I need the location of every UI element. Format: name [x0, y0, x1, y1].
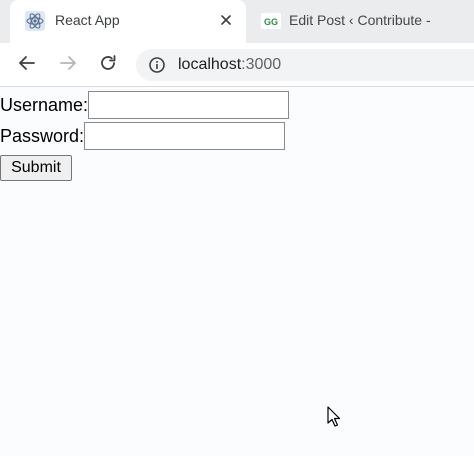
password-row: Password: — [0, 122, 286, 150]
tab-title: React App — [55, 12, 120, 28]
forward-arrow-icon — [58, 53, 78, 78]
password-input[interactable] — [84, 122, 286, 150]
back-button[interactable] — [14, 52, 40, 78]
url-text: localhost:3000 — [178, 56, 281, 74]
mouse-cursor-icon — [327, 406, 343, 430]
username-label: Username: — [0, 94, 89, 115]
forward-button[interactable] — [55, 52, 81, 78]
tab-react-app[interactable]: React App — [10, 0, 246, 43]
browser-toolbar: localhost:3000 — [0, 43, 474, 87]
address-bar[interactable]: localhost:3000 — [136, 49, 474, 81]
info-icon[interactable] — [148, 56, 166, 74]
password-label: Password: — [0, 125, 85, 146]
back-arrow-icon — [17, 53, 37, 78]
url-host: localhost — [178, 56, 242, 73]
svg-text:GG: GG — [264, 17, 278, 27]
username-row: Username: — [0, 91, 290, 119]
tab-strip: React App GG Edit Post ‹ Contribute - — [0, 0, 474, 43]
reload-icon — [98, 53, 118, 78]
tab-title: Edit Post ‹ Contribute - — [289, 12, 431, 28]
tab-edit-post[interactable]: GG Edit Post ‹ Contribute - — [246, 0, 474, 43]
react-atom-icon — [25, 11, 45, 31]
close-icon[interactable] — [218, 12, 234, 28]
submit-button[interactable]: Submit — [0, 155, 72, 181]
reload-button[interactable] — [95, 52, 121, 78]
url-port: :3000 — [241, 56, 282, 73]
page-content: Username: Password: Submit — [0, 88, 474, 456]
username-input[interactable] — [88, 91, 290, 119]
gfg-logo-icon: GG — [261, 11, 281, 31]
